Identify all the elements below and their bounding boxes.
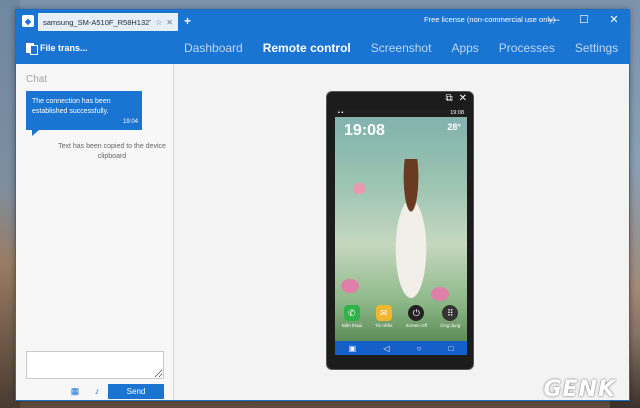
- wallpaper-figure: [383, 159, 439, 309]
- clipboard-icon[interactable]: ▦: [70, 386, 80, 396]
- tab-screenshot[interactable]: Screenshot: [371, 41, 432, 55]
- tab-close-icon[interactable]: ✕: [166, 18, 173, 27]
- chat-input[interactable]: [26, 351, 164, 379]
- popout-icon[interactable]: ⧉: [445, 93, 452, 104]
- phone-close-icon[interactable]: ✕: [459, 93, 467, 104]
- app-label: Điện thoại: [341, 323, 362, 328]
- file-transfer-icon: [26, 42, 38, 55]
- phone-icon: ✆: [343, 305, 360, 321]
- tab-remote-control[interactable]: Remote control: [263, 41, 351, 55]
- device-tab[interactable]: samsung_SM-A510F_R58H132TSPT ☆ ✕: [38, 13, 178, 31]
- message-icon: ✉: [375, 305, 392, 321]
- screenshot-key-icon[interactable]: ▣: [349, 344, 357, 353]
- notification-bell-icon[interactable]: ♪: [92, 386, 102, 396]
- recents-key-icon[interactable]: □: [449, 344, 454, 353]
- watermark-text: GENK: [543, 377, 616, 402]
- main-tabs: Dashboard Remote control Screenshot Apps…: [184, 31, 638, 64]
- wallpaper-lily: [341, 279, 359, 293]
- minimize-button[interactable]: —: [539, 10, 569, 31]
- title-bar: ◆ samsung_SM-A510F_R58H132TSPT ☆ ✕ + Fre…: [16, 10, 629, 31]
- content-area: Chat The connection has been established…: [16, 64, 629, 400]
- device-screen[interactable]: ▪ ▪ 19:08 19:08 28° ✆ Điện thoại ✉ Tin n…: [335, 109, 467, 355]
- chat-bubble-text: The connection has been established succ…: [32, 98, 111, 115]
- window-controls: — ☐ ✕: [539, 10, 629, 31]
- app-phone[interactable]: ✆ Điện thoại: [342, 305, 362, 328]
- tab-settings[interactable]: Settings: [575, 41, 618, 55]
- wallpaper-lily: [431, 287, 449, 301]
- chat-heading: Chat: [26, 74, 48, 85]
- chat-tools: ▦ ♪: [70, 386, 102, 397]
- app-label: Tin nhắn: [375, 323, 393, 328]
- license-text: Free license (non-commercial use only): [424, 15, 556, 24]
- close-button[interactable]: ✕: [599, 10, 629, 31]
- send-button[interactable]: Send: [108, 384, 164, 399]
- app-messages[interactable]: ✉ Tin nhắn: [375, 305, 392, 328]
- app-drawer[interactable]: ⠿ Ứng dụng: [440, 305, 460, 328]
- device-nav-keys: ▣ ◁ ○ □: [335, 341, 467, 355]
- phone-controls: ⧉ ✕: [445, 93, 467, 104]
- device-status-bar: ▪ ▪ 19:08: [335, 109, 467, 117]
- tab-apps[interactable]: Apps: [451, 41, 478, 55]
- app-label: Screen Off: [405, 323, 428, 328]
- chat-bubble: The connection has been established succ…: [26, 91, 142, 136]
- system-message: Text has been copied to the device clipb…: [58, 143, 166, 160]
- chat-bubble-time: 19:04: [122, 119, 138, 125]
- genk-watermark: GENK: [543, 377, 616, 402]
- status-time: 19:08: [450, 110, 464, 116]
- app-window: ◆ samsung_SM-A510F_R58H132TSPT ☆ ✕ + Fre…: [15, 9, 630, 401]
- apps-grid-icon: ⠿: [442, 305, 459, 321]
- app-screen-off[interactable]: ⏻ Screen Off: [406, 305, 427, 328]
- new-tab-icon[interactable]: +: [184, 14, 191, 28]
- home-dock: ✆ Điện thoại ✉ Tin nhắn ⏻ Screen Off ⠿ Ứ…: [335, 305, 467, 328]
- phone-frame: ⧉ ✕ ▪ ▪ 19:08 19:08 28° ✆ Điện thoại ✉ T…: [326, 91, 474, 370]
- chat-panel: Chat The connection has been established…: [16, 64, 174, 400]
- remote-control-view: ⧉ ✕ ▪ ▪ 19:08 19:08 28° ✆ Điện thoại ✉ T…: [174, 64, 629, 400]
- wallpaper-lotus: [351, 181, 367, 194]
- lockscreen-clock: 19:08: [344, 122, 385, 139]
- nav-bar: File trans... Dashboard Remote control S…: [16, 31, 629, 64]
- star-icon[interactable]: ☆: [155, 18, 162, 27]
- back-key-icon[interactable]: ◁: [383, 344, 389, 353]
- maximize-button[interactable]: ☐: [569, 10, 599, 31]
- status-icons: ▪ ▪: [338, 110, 344, 116]
- file-transfer-label: File trans...: [40, 42, 88, 53]
- app-logo-icon: ◆: [22, 15, 34, 27]
- home-key-icon[interactable]: ○: [417, 344, 422, 353]
- tab-dashboard[interactable]: Dashboard: [184, 41, 243, 55]
- weather-temp: 28°: [447, 122, 461, 132]
- power-icon: ⏻: [408, 305, 425, 321]
- device-tab-label: samsung_SM-A510F_R58H132TSPT: [43, 17, 151, 27]
- app-label: Ứng dụng: [440, 323, 461, 328]
- tab-processes[interactable]: Processes: [499, 41, 555, 55]
- file-transfer-button[interactable]: File trans...: [26, 42, 88, 55]
